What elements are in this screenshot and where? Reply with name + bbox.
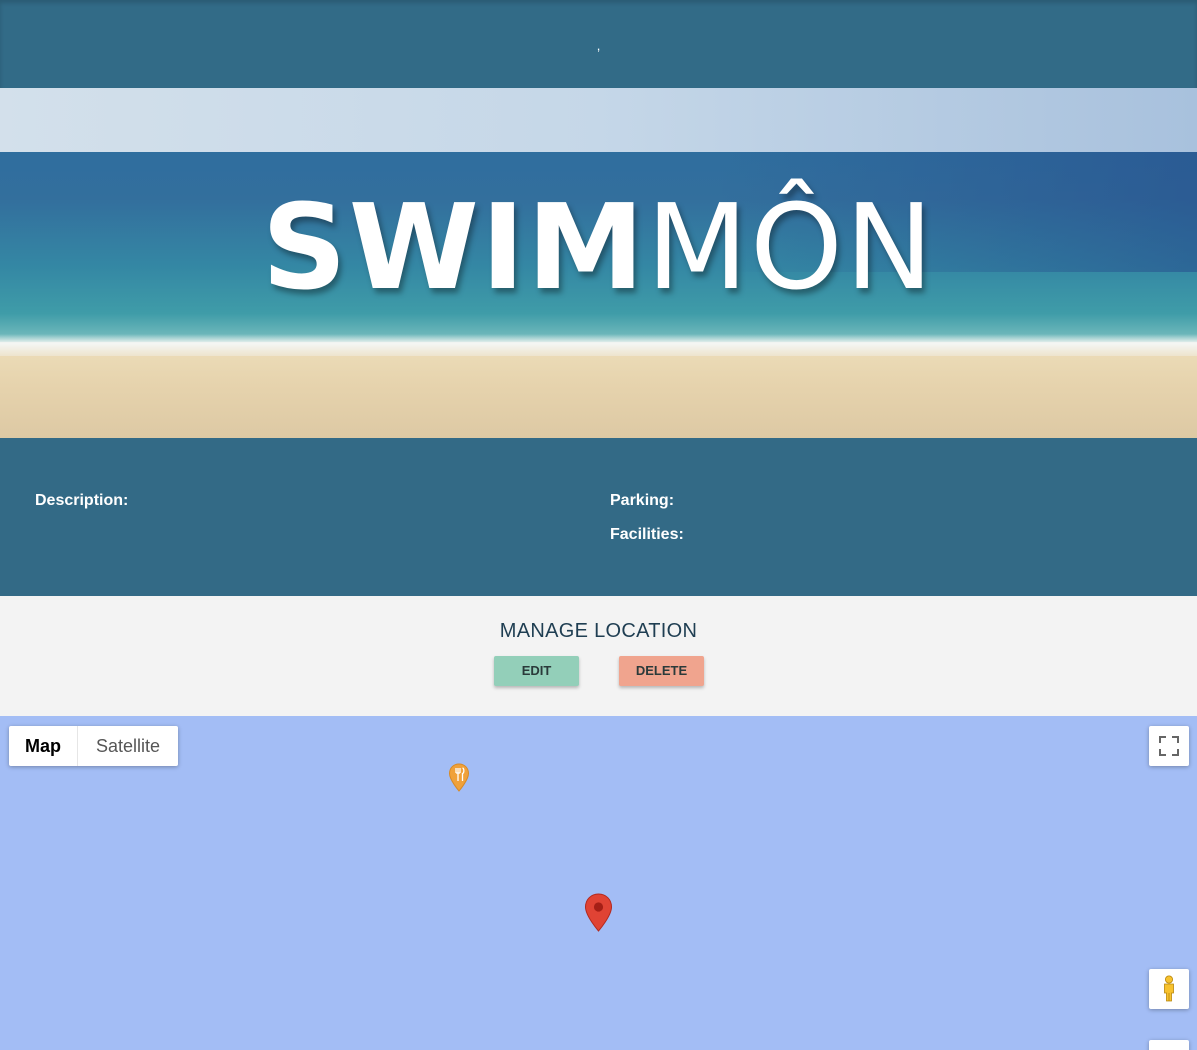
map-type-control: Map Satellite: [9, 726, 178, 766]
hero-banner: SWIMMÔN: [0, 88, 1197, 438]
hero-sand: [0, 350, 1197, 438]
fullscreen-icon: [1159, 736, 1179, 756]
manage-location-section: MANAGE LOCATION EDIT DELETE: [0, 596, 1197, 716]
map-view[interactable]: Map Satellite: [0, 716, 1197, 1050]
map-type-map-button[interactable]: Map: [9, 726, 78, 766]
parking-label: Parking:: [610, 492, 675, 509]
top-header-bar: ,: [0, 0, 1197, 88]
description-label: Description:: [35, 492, 129, 509]
pegman-icon: [1164, 975, 1174, 1002]
manage-location-heading: MANAGE LOCATION: [499, 620, 698, 642]
swimmon-logo: SWIMMÔN: [0, 178, 1197, 316]
logo-light-text: MÔN: [646, 178, 936, 316]
edit-button[interactable]: EDIT: [494, 656, 579, 686]
street-view-button[interactable]: [1149, 969, 1189, 1009]
facilities-label: Facilities:: [610, 526, 684, 543]
header-title: ,: [596, 38, 601, 53]
map-type-satellite-button[interactable]: Satellite: [78, 726, 178, 766]
delete-button[interactable]: DELETE: [619, 656, 704, 686]
logo-bold-text: SWIM: [261, 178, 647, 316]
hero-surf: [0, 334, 1197, 356]
zoom-control-button[interactable]: [1149, 1040, 1189, 1050]
location-info-panel: Description: Parking: Facilities:: [0, 438, 1197, 596]
restaurant-poi-icon[interactable]: [448, 763, 470, 793]
location-marker-icon[interactable]: [584, 893, 613, 933]
hero-sky: [0, 88, 1197, 152]
fullscreen-button[interactable]: [1149, 726, 1189, 766]
